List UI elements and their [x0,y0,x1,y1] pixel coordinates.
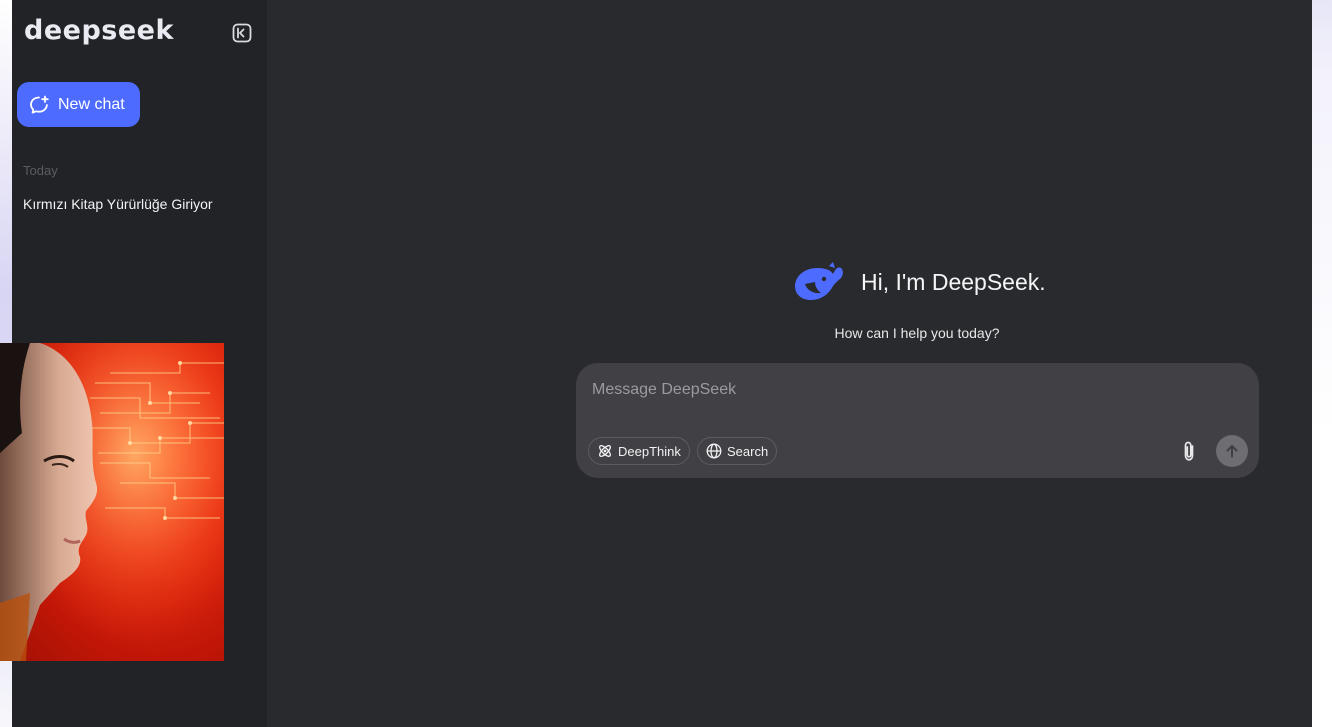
attach-button[interactable] [1177,438,1201,464]
paperclip-icon [1184,441,1194,461]
backdrop-right [1312,0,1332,727]
message-input[interactable] [590,377,1154,403]
globe-icon [706,443,722,459]
greeting-subtitle: How can I help you today? [834,325,1000,341]
arrow-up-icon [1226,445,1238,458]
deepthink-label: DeepThink [618,443,681,459]
sidebar-collapse-icon [232,23,252,43]
message-composer: DeepThink Search [576,363,1259,478]
new-chat-button[interactable]: New chat [17,82,140,127]
app-logo: deepseek [24,15,174,46]
greeting-title: Hi, I'm DeepSeek. [861,268,1046,295]
chat-plus-icon [30,95,49,113]
search-label: Search [727,443,769,459]
whale-icon [795,262,843,300]
atom-icon [599,445,611,457]
history-section-today: Today [23,163,58,178]
history-item[interactable]: Kırmızı Kitap Yürürlüğe Giriyor [23,196,213,212]
collapse-sidebar-button[interactable] [231,22,253,44]
greeting: Hi, I'm DeepSeek. [793,262,1046,302]
new-chat-label: New chat [58,95,125,113]
deepthink-toggle[interactable]: DeepThink [588,437,690,465]
send-button[interactable] [1216,435,1248,467]
search-toggle[interactable]: Search [697,437,778,465]
portrait-red-circuit-image [0,343,224,661]
